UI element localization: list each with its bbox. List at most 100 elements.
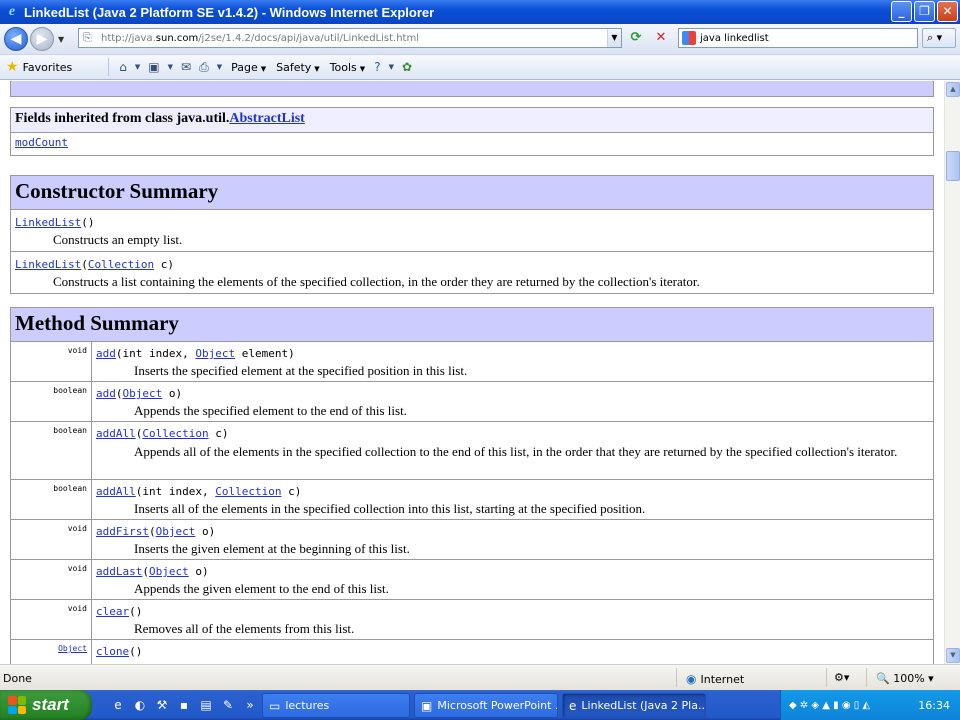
previous-section-band (10, 81, 934, 97)
taskbar-button-linkedlist[interactable]: e LinkedList (Java 2 Pla... (562, 693, 706, 718)
method-row: void addLast(Object o) Appends the given… (10, 559, 934, 600)
back-button[interactable]: ◀ (4, 27, 28, 51)
method-link[interactable]: clone (96, 645, 129, 658)
scroll-down-icon[interactable]: ▼ (946, 648, 960, 663)
param-type-link[interactable]: Collection (142, 427, 208, 440)
window-controls: _ ❐ ✕ (891, 1, 958, 22)
favorites-label: Favorites (22, 60, 73, 74)
method-description: Inserts the specified element at the spe… (134, 363, 468, 378)
safety-menu[interactable]: Safety ▼ (276, 61, 320, 74)
abstractlist-link[interactable]: AbstractList (229, 111, 304, 126)
print-dropdown-icon[interactable]: ▼ (217, 63, 222, 71)
method-return-type: boolean (10, 421, 92, 480)
tool-quicklaunch-icon[interactable]: ⚒ (154, 698, 170, 712)
inherited-fields-row: modCount (10, 132, 934, 156)
method-description: Removes all of the elements from this li… (134, 621, 355, 636)
inherited-fields-heading: Fields inherited from class java.util.Ab… (10, 107, 934, 133)
mail-icon[interactable]: ✉ (181, 60, 191, 74)
ie-quicklaunch-icon[interactable]: e (110, 698, 126, 712)
app-quicklaunch-icon[interactable]: ◐ (132, 698, 148, 712)
method-return-type: void (10, 559, 92, 600)
windows-logo-icon (8, 696, 26, 714)
scroll-up-icon[interactable]: ▲ (946, 82, 960, 97)
constructor-link[interactable]: LinkedList (15, 258, 81, 271)
system-tray: ◆ ✲ ◈ ▲ ▮ ◉ ▯ ◭ 16:34 (780, 690, 960, 720)
stop-icon[interactable]: ✕ (651, 29, 671, 47)
param-type-link[interactable]: Collection (215, 485, 281, 498)
feeds-icon[interactable]: ▣ (148, 60, 159, 74)
method-summary-table: Method Summary void add(int index, Objec… (10, 307, 934, 664)
folder-quicklaunch-icon[interactable]: ▤ (198, 698, 214, 712)
tray-icons[interactable]: ◆ ✲ ◈ ▲ ▮ ◉ ▯ ◭ (789, 700, 870, 711)
start-button[interactable]: start (0, 690, 92, 720)
param-type-link[interactable]: Object (123, 387, 163, 400)
constructor-description: Constructs an empty list. (53, 232, 183, 247)
search-input[interactable]: java linkedlist (700, 33, 769, 44)
method-row: void add(int index, Object element) Inse… (10, 341, 934, 382)
address-url[interactable]: http://java.sun.com/j2se/1.4.2/docs/api/… (101, 33, 419, 44)
object-type-link[interactable]: Object (58, 644, 87, 653)
collection-type-link[interactable]: Collection (88, 258, 154, 271)
minimize-button[interactable]: _ (891, 1, 912, 22)
research-icon[interactable]: ✿ (402, 60, 412, 74)
cmd-quicklaunch-icon[interactable]: ▪ (176, 698, 192, 712)
status-bar: Done ◉ Internet ⚙▾ 🔍 100% ▾ (0, 664, 960, 690)
taskbar: start e ◐ ⚒ ▪ ▤ ✎ » ▭ lectures ▣ Microsoft… (0, 690, 960, 720)
page-menu[interactable]: Page ▼ (231, 61, 266, 74)
close-button[interactable]: ✕ (937, 1, 958, 22)
search-box[interactable]: java linkedlist (678, 28, 918, 48)
home-icon[interactable]: ⌂ (119, 60, 127, 74)
print-icon[interactable]: ⎙ (199, 60, 209, 75)
pen-quicklaunch-icon[interactable]: ✎ (220, 698, 236, 712)
constructor-summary-heading: Constructor Summary (10, 175, 934, 210)
param-type-link[interactable]: Object (149, 565, 189, 578)
search-button[interactable]: ⌕ ▾ (922, 28, 956, 48)
recent-pages-dropdown-icon[interactable]: ▼ (58, 35, 64, 44)
method-description: Appends the specified element to the end… (134, 403, 407, 418)
refresh-icon[interactable]: ⟳ (626, 29, 646, 47)
tools-menu[interactable]: Tools ▼ (330, 61, 366, 74)
toolbar-divider (108, 58, 110, 76)
taskbar-button-lectures[interactable]: ▭ lectures (262, 693, 410, 718)
method-link[interactable]: addLast (96, 565, 142, 578)
method-link[interactable]: addFirst (96, 525, 149, 538)
quick-launch: e ◐ ⚒ ▪ ▤ ✎ » (110, 698, 258, 712)
constructor-link[interactable]: LinkedList (15, 216, 81, 229)
zoom-level[interactable]: 🔍 100% ▾ (876, 672, 934, 685)
method-description: Inserts all of the elements in the speci… (134, 501, 646, 516)
page-icon: ⎘ (83, 31, 92, 44)
inherited-fields-table: Fields inherited from class java.util.Ab… (10, 107, 934, 156)
status-divider (826, 668, 827, 687)
address-bar[interactable]: ⎘ http://java.sun.com/j2se/1.4.2/docs/ap… (78, 28, 622, 48)
home-dropdown-icon[interactable]: ▼ (135, 63, 140, 71)
ie-icon: e (569, 698, 577, 713)
feeds-dropdown-icon[interactable]: ▼ (168, 63, 173, 71)
maximize-button[interactable]: ❐ (914, 1, 935, 22)
constructor-row: LinkedList(Collection c) Constructs a li… (10, 251, 934, 294)
method-description: Appends the given element to the end of … (134, 581, 389, 596)
taskbar-button-powerpoint[interactable]: ▣ Microsoft PowerPoint ... (414, 693, 558, 718)
page-content: Fields inherited from class java.util.Ab… (0, 81, 944, 664)
method-link[interactable]: addAll (96, 427, 136, 440)
method-link[interactable]: add (96, 387, 116, 400)
param-type-link[interactable]: Object (156, 525, 196, 538)
status-divider (866, 668, 867, 687)
more-quicklaunch-icon[interactable]: » (242, 698, 258, 712)
help-icon[interactable]: ? (374, 60, 380, 74)
address-toolbar: ◀ ▶ ▼ ⎘ http://java.sun.com/j2se/1.4.2/d… (0, 24, 960, 55)
method-link[interactable]: clear (96, 605, 129, 618)
vertical-scrollbar[interactable]: ▲ ▼ (944, 81, 960, 664)
param-type-link[interactable]: Object (195, 347, 235, 360)
star-icon: ★ (6, 59, 19, 75)
protected-mode-icon[interactable]: ⚙▾ (834, 671, 849, 684)
help-dropdown-icon[interactable]: ▼ (389, 63, 394, 71)
status-text: Done (3, 672, 32, 685)
forward-button[interactable]: ▶ (30, 27, 54, 51)
scroll-thumb[interactable] (946, 151, 960, 181)
method-link[interactable]: add (96, 347, 116, 360)
favorites-button[interactable]: ★ Favorites (6, 59, 72, 75)
method-summary-heading: Method Summary (10, 307, 934, 342)
method-link[interactable]: addAll (96, 485, 136, 498)
modcount-link[interactable]: modCount (15, 136, 68, 149)
address-dropdown-icon[interactable]: ▼ (607, 29, 621, 47)
